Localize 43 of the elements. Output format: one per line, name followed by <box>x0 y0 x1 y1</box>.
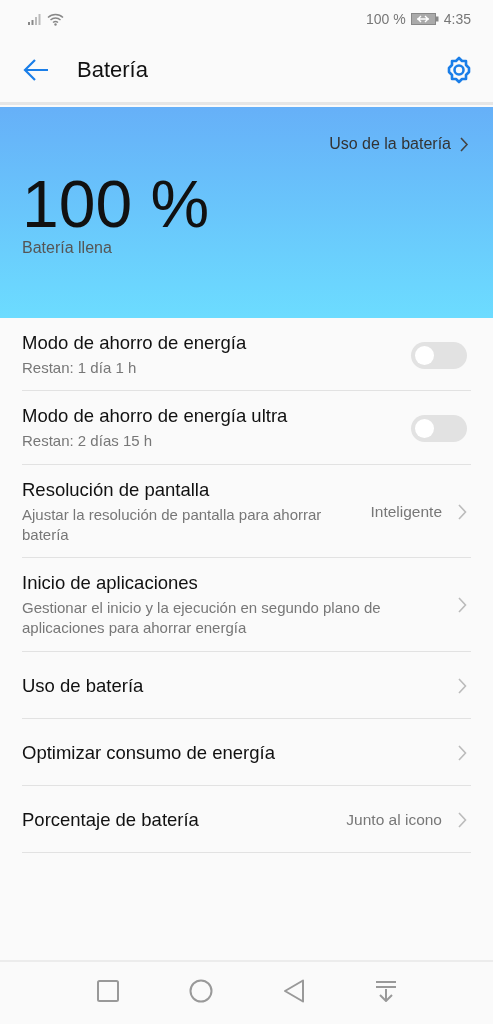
battery-charging-icon <box>410 13 439 25</box>
signal-icon <box>28 13 42 25</box>
setting-title: Uso de batería <box>22 674 145 697</box>
back-button[interactable] <box>22 58 50 82</box>
chevron-icon <box>458 503 467 520</box>
settings-row[interactable]: Porcentaje de batería Junto al icono <box>22 785 471 853</box>
chevron-icon <box>458 811 467 828</box>
setting-description: Restan: 1 día 1 h <box>22 358 138 378</box>
setting-description: Ajustar la resolución de pantalla para ahorrar batería <box>22 504 323 545</box>
settings-button[interactable] <box>445 56 473 84</box>
chevron-icon <box>458 677 467 694</box>
home-icon[interactable] <box>188 979 213 1003</box>
setting-title: Resolución de pantalla <box>22 478 211 501</box>
notification-pull-icon[interactable] <box>374 980 397 1002</box>
settings-row[interactable]: Resolución de pantalla Ajustar la resolución de pantalla para ahorrar batería Inteligente <box>22 464 471 558</box>
setting-title: Inicio de aplicaciones <box>22 572 199 594</box>
back-icon[interactable] <box>282 979 305 1003</box>
setting-value: Inteligente <box>370 502 442 521</box>
settings-row[interactable]: Modo de ahorro de energía Restan: 1 día 1 h <box>22 318 471 392</box>
setting-title: Modo de ahorro de energía <box>22 332 248 354</box>
setting-description: Gestionar el inicio y la ejecución en segundo plano de aplicaciones para ahorrar energía <box>22 598 382 639</box>
clock: 4:35 <box>443 11 471 27</box>
settings-row[interactable]: Modo de ahorro de energía ultra Restan: 2 días 15 h <box>22 391 471 465</box>
battery-level: 100 % <box>22 171 211 237</box>
chevron-icon <box>458 597 467 614</box>
settings-row[interactable]: Optimizar consumo de energía <box>22 718 471 786</box>
page-title: Batería <box>77 57 149 83</box>
setting-title: Modo de ahorro de energía ultra <box>22 405 289 428</box>
wifi-icon <box>47 12 64 26</box>
toggle-switch[interactable] <box>411 414 467 442</box>
recents-icon[interactable] <box>96 980 119 1002</box>
battery-usage-link[interactable]: Uso de la batería <box>329 135 469 153</box>
battery-percent: 100 % <box>366 11 406 27</box>
setting-description: Restan: 2 días 15 h <box>22 431 154 452</box>
setting-value: Junto al icono <box>346 810 442 829</box>
setting-title: Porcentaje de batería <box>22 808 200 831</box>
settings-row[interactable]: Inicio de aplicaciones Gestionar el inicio y la ejecución en segundo plano de aplicaciones para ahorrar energía <box>22 558 471 652</box>
chevron-icon <box>458 744 467 761</box>
chevron-icon <box>460 136 469 152</box>
toggle-switch[interactable] <box>411 341 467 369</box>
setting-title: Optimizar consumo de energía <box>22 741 276 764</box>
battery-status: Batería llena <box>22 239 113 257</box>
settings-row[interactable]: Uso de batería <box>22 651 471 719</box>
